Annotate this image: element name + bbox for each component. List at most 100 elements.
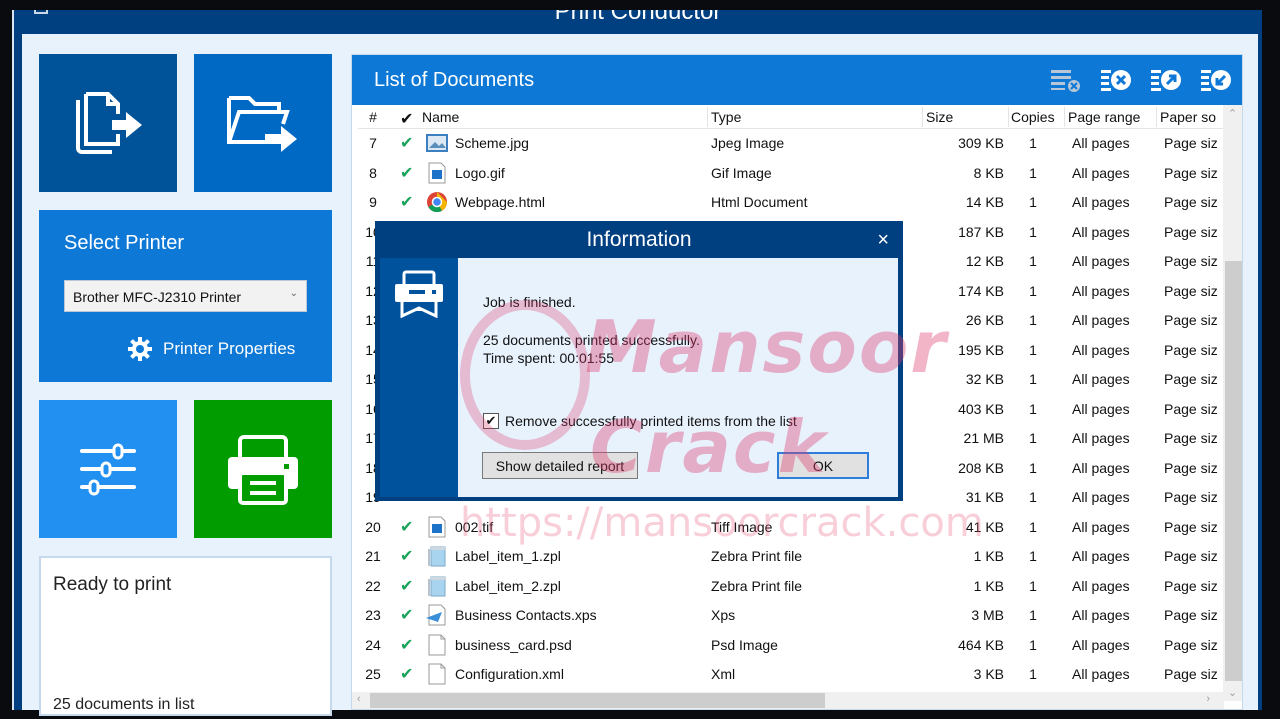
paper-source[interactable]: Page siz	[1164, 371, 1220, 387]
paper-source[interactable]: Page siz	[1164, 165, 1220, 181]
col-header-type[interactable]: Type	[711, 109, 911, 125]
copies[interactable]: 1	[1010, 165, 1056, 181]
paper-source[interactable]: Page siz	[1164, 135, 1220, 151]
vertical-scroll-thumb[interactable]	[1225, 261, 1242, 681]
paper-source[interactable]: Page siz	[1164, 666, 1220, 682]
copies[interactable]: 1	[1010, 194, 1056, 210]
column-divider[interactable]	[1156, 107, 1157, 127]
page-range[interactable]: All pages	[1072, 460, 1160, 476]
scroll-down-icon[interactable]: ⌄	[1223, 686, 1242, 699]
copies[interactable]: 1	[1010, 607, 1056, 623]
page-range[interactable]: All pages	[1072, 371, 1160, 387]
checkmark-icon[interactable]: ✔	[400, 605, 420, 625]
remove-item-button[interactable]	[1098, 65, 1134, 95]
copies[interactable]: 1	[1010, 283, 1056, 299]
vertical-scrollbar[interactable]: ⌃ ⌄	[1223, 105, 1242, 701]
column-divider[interactable]	[922, 107, 923, 127]
column-divider[interactable]	[1064, 107, 1065, 127]
col-header-copies[interactable]: Copies	[1011, 109, 1057, 125]
col-header-name[interactable]: Name	[422, 109, 682, 125]
col-header-paper-source[interactable]: Paper sou	[1160, 109, 1216, 125]
checkmark-icon[interactable]: ✔	[400, 576, 420, 596]
remove-printed-checkbox[interactable]: ✔ Remove successfully printed items from…	[483, 413, 797, 429]
col-header-size[interactable]: Size	[926, 109, 1012, 125]
page-range[interactable]: All pages	[1072, 666, 1160, 682]
ok-button[interactable]: OK	[777, 452, 869, 479]
paper-source[interactable]: Page siz	[1164, 401, 1220, 417]
add-folder-button[interactable]	[194, 54, 332, 192]
page-range[interactable]: All pages	[1072, 578, 1160, 594]
copies[interactable]: 1	[1010, 312, 1056, 328]
paper-source[interactable]: Page siz	[1164, 253, 1220, 269]
page-range[interactable]: All pages	[1072, 253, 1160, 269]
paper-source[interactable]: Page siz	[1164, 342, 1220, 358]
horizontal-scrollbar[interactable]: ‹ ›	[352, 692, 1224, 709]
add-documents-button[interactable]	[39, 54, 177, 192]
table-row[interactable]: 7 ✔ Scheme.jpg Jpeg Image 309 KB 1 All pages Pa…	[358, 129, 1224, 158]
paper-source[interactable]: Page siz	[1164, 460, 1220, 476]
paper-source[interactable]: Page siz	[1164, 489, 1220, 505]
table-row[interactable]: 25 ✔ Configuration.xml Xml 3 KB 1 All pages Pag…	[358, 660, 1224, 689]
col-header-number[interactable]: #	[358, 109, 388, 125]
page-range[interactable]: All pages	[1072, 165, 1160, 181]
paper-source[interactable]: Page siz	[1164, 548, 1220, 564]
copies[interactable]: 1	[1010, 460, 1056, 476]
paper-source[interactable]: Page siz	[1164, 430, 1220, 446]
copies[interactable]: 1	[1010, 489, 1056, 505]
copies[interactable]: 1	[1010, 253, 1056, 269]
checkmark-icon[interactable]: ✔	[400, 635, 420, 655]
table-row[interactable]: 21 ✔ Label_item_1.zpl Zebra Print file 1 KB 1…	[358, 542, 1224, 571]
table-row[interactable]: 23 ✔ Business Contacts.xps Xps 3 MB 1 All page…	[358, 601, 1224, 630]
page-range[interactable]: All pages	[1072, 430, 1160, 446]
horizontal-scroll-thumb[interactable]	[370, 693, 825, 708]
table-row[interactable]: 8 ✔ Logo.gif Gif Image 8 KB 1 All pages Page si…	[358, 159, 1224, 188]
scroll-left-icon[interactable]: ‹	[357, 693, 361, 705]
page-range[interactable]: All pages	[1072, 194, 1160, 210]
checkmark-icon[interactable]: ✔	[400, 192, 420, 212]
paper-source[interactable]: Page siz	[1164, 283, 1220, 299]
copies[interactable]: 1	[1010, 637, 1056, 653]
copies[interactable]: 1	[1010, 342, 1056, 358]
close-icon[interactable]: ×	[877, 229, 889, 252]
table-row[interactable]: 22 ✔ Label_item_2.zpl Zebra Print file 1 KB 1…	[358, 572, 1224, 601]
page-range[interactable]: All pages	[1072, 637, 1160, 653]
copies[interactable]: 1	[1010, 430, 1056, 446]
column-divider[interactable]	[707, 107, 708, 127]
page-range[interactable]: All pages	[1072, 548, 1160, 564]
col-header-page-range[interactable]: Page range	[1068, 109, 1156, 125]
page-range[interactable]: All pages	[1072, 342, 1160, 358]
paper-source[interactable]: Page siz	[1164, 637, 1220, 653]
import-list-button[interactable]	[1198, 65, 1234, 95]
paper-source[interactable]: Page siz	[1164, 312, 1220, 328]
paper-source[interactable]: Page siz	[1164, 194, 1220, 210]
page-range[interactable]: All pages	[1072, 519, 1160, 535]
checkmark-icon[interactable]: ✔	[400, 517, 420, 537]
checkmark-icon[interactable]: ✔	[400, 163, 420, 183]
table-row[interactable]: 24 ✔ business_card.psd Psd Image 464 KB 1 All …	[358, 631, 1224, 660]
show-detailed-report-button[interactable]: Show detailed report	[482, 452, 638, 479]
paper-source[interactable]: Page siz	[1164, 578, 1220, 594]
print-button[interactable]	[194, 400, 332, 538]
table-row[interactable]: 20 ✔ 002.tif Tiff Image 41 KB 1 All pages Page …	[358, 513, 1224, 542]
page-range[interactable]: All pages	[1072, 224, 1160, 240]
copies[interactable]: 1	[1010, 519, 1056, 535]
page-range[interactable]: All pages	[1072, 607, 1160, 623]
page-range[interactable]: All pages	[1072, 489, 1160, 505]
checkmark-icon[interactable]: ✔	[400, 133, 420, 153]
copies[interactable]: 1	[1010, 401, 1056, 417]
copies[interactable]: 1	[1010, 578, 1056, 594]
copies[interactable]: 1	[1010, 371, 1056, 387]
copies[interactable]: 1	[1010, 224, 1056, 240]
checkbox[interactable]: ✔	[483, 413, 499, 429]
printer-properties-link[interactable]: Printer Properties	[127, 336, 295, 362]
export-list-button[interactable]	[1148, 65, 1184, 95]
page-range[interactable]: All pages	[1072, 283, 1160, 299]
paper-source[interactable]: Page siz	[1164, 519, 1220, 535]
table-row[interactable]: 9 ✔ Webpage.html Html Document 14 KB 1 All pag…	[358, 188, 1224, 217]
clear-list-button[interactable]	[1048, 65, 1084, 95]
checkmark-icon[interactable]: ✔	[400, 546, 420, 566]
copies[interactable]: 1	[1010, 548, 1056, 564]
printer-dropdown[interactable]: Brother MFC-J2310 Printer ⌄	[64, 280, 307, 312]
paper-source[interactable]: Page siz	[1164, 224, 1220, 240]
checkmark-icon[interactable]: ✔	[400, 664, 420, 684]
